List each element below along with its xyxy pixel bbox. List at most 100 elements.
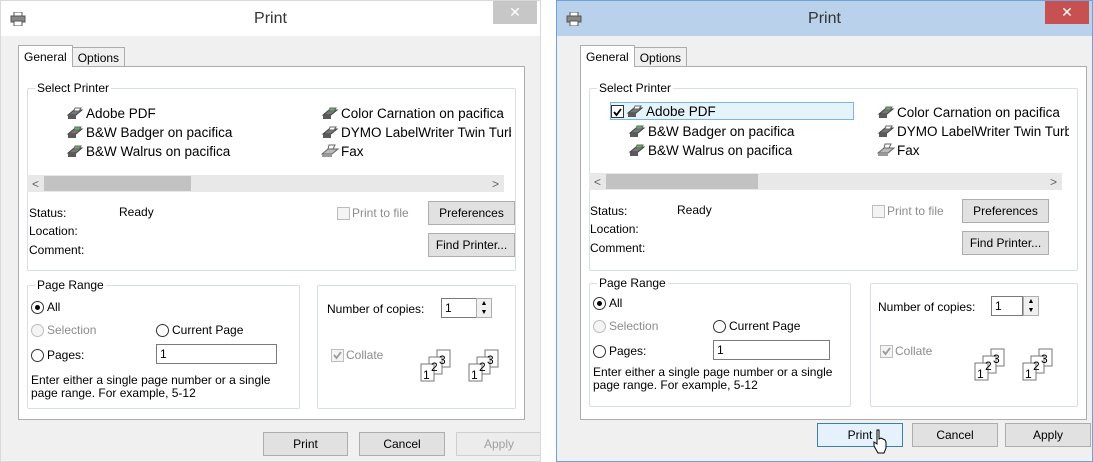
printer-item-dymo[interactable]: DYMO LabelWriter Twin Turbı — [321, 123, 511, 141]
radio-current-page[interactable]: Current Page — [713, 319, 800, 333]
tab-general[interactable]: General — [580, 45, 635, 67]
find-printer-button[interactable]: Find Printer... — [428, 233, 515, 257]
printer-item-color-carnation[interactable]: Color Carnation on pacifica — [321, 104, 504, 122]
radio-circle — [593, 344, 606, 358]
printer-item-adobe-pdf[interactable]: Adobe PDF — [66, 104, 156, 122]
collate-digit: 1 — [471, 368, 478, 382]
scroll-right-arrow[interactable]: > — [487, 175, 504, 192]
print-to-file-checkbox[interactable]: Print to file — [337, 206, 409, 220]
printer-icon — [66, 107, 84, 119]
collate-label: Collate — [346, 348, 384, 362]
pages-input[interactable]: 1 — [713, 340, 830, 360]
general-tab-panel: Select Printer Adobe PDF B&W Badger on p… — [580, 66, 1087, 420]
status-label: Status: — [590, 204, 628, 218]
preferences-button[interactable]: Preferences — [962, 199, 1049, 223]
print-dialog-inactive: Print ✕ General Options Select Printer A… — [0, 0, 541, 462]
tab-options[interactable]: Options — [633, 47, 688, 67]
printer-list-scrollbar[interactable]: < > — [589, 173, 1062, 190]
printer-item-color-carnation[interactable]: Color Carnation on pacifica — [877, 103, 1060, 121]
printer-list-scrollbar[interactable]: < > — [27, 175, 504, 192]
printer-item-bw-badger[interactable]: B&W Badger on pacifica — [628, 122, 794, 140]
collate-digit: 2 — [985, 359, 992, 373]
collate-checkbox[interactable]: Collate — [880, 344, 932, 358]
scroll-left-arrow[interactable]: < — [27, 175, 44, 192]
title-bar[interactable]: Print ✕ — [1, 1, 540, 36]
general-tab-panel: Select Printer Adobe PDF B&W Badger on p… — [18, 66, 525, 420]
printer-icon — [877, 106, 895, 118]
print-button[interactable]: Print — [263, 432, 348, 456]
status-value: Ready — [119, 205, 154, 219]
checkbox-box — [872, 204, 885, 218]
radio-all-label: All — [47, 300, 61, 314]
close-button[interactable]: ✕ — [493, 1, 537, 24]
printer-icon — [877, 125, 895, 137]
radio-selection[interactable]: Selection — [593, 319, 658, 333]
checkmark-icon — [333, 350, 342, 359]
printer-icon — [10, 12, 26, 26]
checkbox-box — [337, 206, 350, 220]
print-to-file-label: Print to file — [352, 206, 409, 220]
select-printer-legend: Select Printer — [35, 81, 112, 95]
printer-label: B&W Badger on pacifica — [86, 124, 233, 140]
preferences-button[interactable]: Preferences — [428, 201, 515, 225]
checkbox-box[interactable] — [611, 104, 624, 118]
printer-item-adobe-pdf[interactable]: Adobe PDF — [610, 102, 854, 120]
printer-item-dymo[interactable]: DYMO LabelWriter Twin Turbı — [877, 122, 1069, 140]
printer-item-bw-walrus[interactable]: B&W Walrus on pacifica — [628, 141, 792, 159]
close-button[interactable]: ✕ — [1045, 1, 1089, 24]
find-printer-button[interactable]: Find Printer... — [962, 231, 1049, 255]
checkmark-icon — [613, 107, 622, 116]
location-label: Location: — [29, 224, 78, 238]
printer-item-fax[interactable]: Fax — [877, 141, 920, 159]
radio-selection-label: Selection — [47, 323, 97, 337]
page-range-hint-line2: page range. For example, 5-12 — [31, 386, 196, 400]
collate-checkbox[interactable]: Collate — [331, 348, 383, 362]
copies-spinner[interactable]: ▲ ▼ — [476, 298, 492, 318]
page-range-hint-line1: Enter either a single page number or a s… — [593, 365, 833, 379]
print-button[interactable]: Print — [817, 423, 903, 447]
radio-pages[interactable]: Pages: — [593, 344, 646, 358]
printer-item-bw-walrus[interactable]: B&W Walrus on pacifica — [66, 142, 230, 160]
cancel-button[interactable]: Cancel — [359, 432, 445, 456]
comment-label: Comment: — [590, 241, 646, 255]
spin-up-icon[interactable]: ▲ — [1024, 297, 1038, 306]
radio-selection[interactable]: Selection — [31, 323, 96, 337]
scroll-right-arrow[interactable]: > — [1045, 173, 1062, 190]
pages-input[interactable]: 1 — [156, 344, 277, 364]
copies-input[interactable]: 1 — [991, 296, 1023, 316]
print-to-file-checkbox[interactable]: Print to file — [872, 204, 944, 218]
collate-label: Collate — [895, 344, 933, 358]
copies-input[interactable]: 1 — [441, 298, 479, 318]
tab-options[interactable]: Options — [71, 47, 126, 67]
printer-icon — [566, 12, 582, 26]
cancel-button[interactable]: Cancel — [912, 423, 998, 447]
spin-down-icon[interactable]: ▼ — [1024, 306, 1038, 315]
printer-item-fax[interactable]: Fax — [321, 142, 364, 160]
printer-label: Fax — [341, 143, 364, 159]
spin-up-icon[interactable]: ▲ — [477, 299, 491, 308]
collate-digit: 3 — [1041, 352, 1048, 366]
page-range-legend: Page Range — [35, 278, 106, 292]
radio-pages[interactable]: Pages: — [31, 348, 84, 362]
collate-digit: 2 — [431, 360, 438, 374]
apply-button[interactable]: Apply — [456, 432, 540, 456]
printer-item-bw-badger[interactable]: B&W Badger on pacifica — [66, 123, 232, 141]
select-printer-legend: Select Printer — [597, 81, 674, 95]
apply-button[interactable]: Apply — [1005, 423, 1091, 447]
printer-label: Adobe PDF — [646, 103, 716, 119]
copies-spinner[interactable]: ▲ ▼ — [1023, 296, 1039, 316]
radio-all[interactable]: All — [31, 300, 60, 314]
title-bar[interactable]: Print ✕ — [557, 1, 1092, 36]
tab-general[interactable]: General — [18, 45, 73, 67]
scroll-left-arrow[interactable]: < — [589, 173, 606, 190]
printer-icon — [66, 145, 84, 157]
scroll-thumb[interactable] — [606, 174, 758, 189]
printer-label: B&W Badger on pacifica — [648, 123, 795, 139]
radio-selection-label: Selection — [609, 319, 659, 333]
radio-pages-label: Pages: — [47, 348, 85, 362]
scroll-thumb[interactable] — [44, 176, 191, 191]
spin-down-icon[interactable]: ▼ — [477, 308, 491, 317]
radio-current-page[interactable]: Current Page — [156, 323, 243, 337]
page-range-legend: Page Range — [597, 276, 668, 290]
radio-all[interactable]: All — [593, 296, 622, 310]
